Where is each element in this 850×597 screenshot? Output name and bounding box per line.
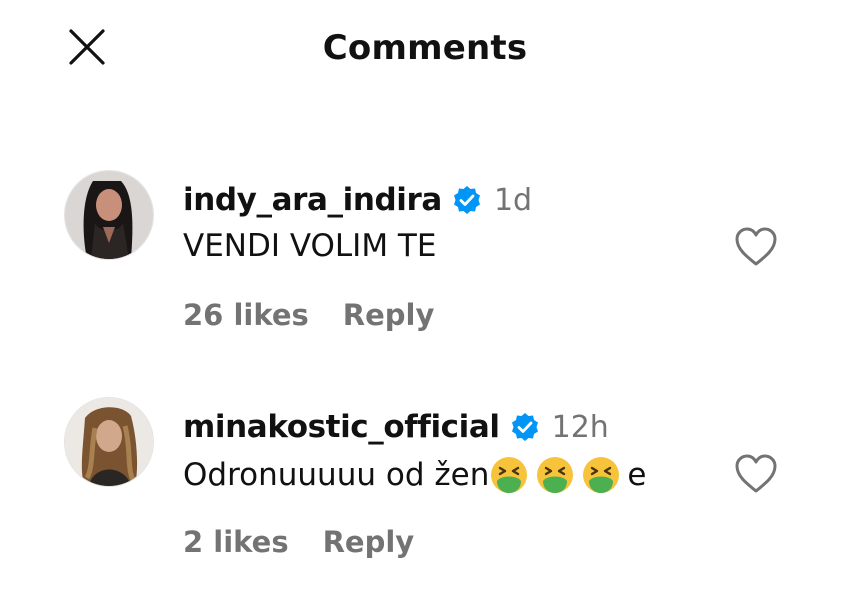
comment-actions: 2 likes Reply xyxy=(183,525,414,559)
likes-count[interactable]: 26 likes xyxy=(183,298,309,332)
comment-text-prefix: Odronuuuuu od žen xyxy=(183,457,490,493)
nauseated-face-icon xyxy=(537,457,574,493)
reply-button[interactable]: Reply xyxy=(323,525,415,559)
avatar[interactable] xyxy=(64,170,154,260)
heart-icon[interactable] xyxy=(733,452,779,494)
reply-button[interactable]: Reply xyxy=(343,298,435,332)
comment-header: minakostic_official 12h xyxy=(183,409,609,445)
heart-icon[interactable] xyxy=(733,225,779,267)
comment-username[interactable]: minakostic_official xyxy=(183,409,500,445)
comment-text-suffix: e xyxy=(627,457,647,493)
comment-header: indy_ara_indira 1d xyxy=(183,182,532,218)
comment-timestamp: 12h xyxy=(551,409,609,445)
likes-count[interactable]: 2 likes xyxy=(183,525,289,559)
comment-item: minakostic_official 12h Odronuuuuu od že… xyxy=(0,397,850,597)
comment-text: Odronuuuuu od žen e xyxy=(183,455,646,495)
verified-badge-icon xyxy=(511,413,538,441)
page-title: Comments xyxy=(322,28,528,68)
comment-timestamp: 1d xyxy=(493,182,533,218)
nauseated-face-icon xyxy=(583,457,620,493)
nauseated-face-icon xyxy=(491,457,528,493)
comment-text: VENDI VOLIM TE xyxy=(183,228,437,264)
avatar[interactable] xyxy=(64,397,154,487)
comment-username[interactable]: indy_ara_indira xyxy=(183,182,442,218)
comments-header: Comments xyxy=(0,0,850,100)
verified-badge-icon xyxy=(453,186,480,214)
comment-actions: 26 likes Reply xyxy=(183,298,434,332)
comment-item: indy_ara_indira 1d VENDI VOLIM TE 26 lik… xyxy=(0,170,850,370)
